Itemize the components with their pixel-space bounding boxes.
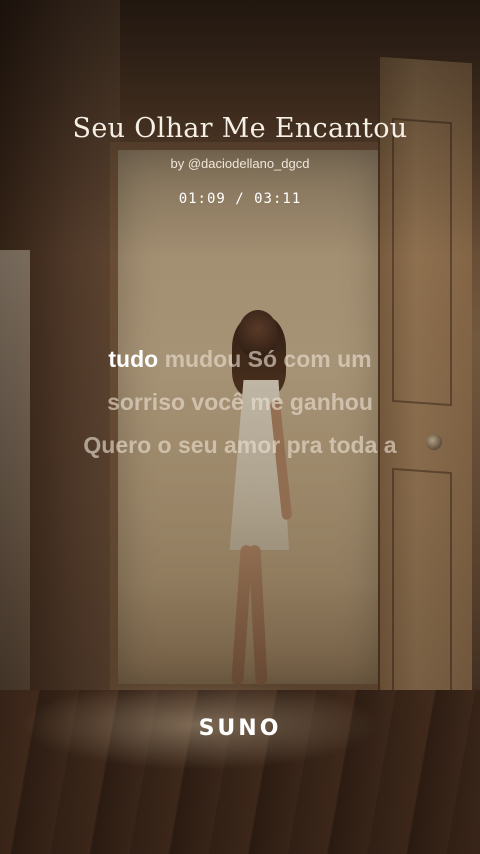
song-title: Seu Olhar Me Encantou — [72, 113, 408, 144]
song-artist: by @daciodellano_dgcd — [170, 156, 310, 171]
lyric-line-rest: mudou Só com um — [158, 346, 372, 372]
playback-time: 01:09 / 03:11 — [178, 191, 302, 207]
video-frame: Seu Olhar Me Encantou by @daciodellano_d… — [0, 0, 480, 854]
lyric-line-upcoming: Quero o seu amor pra toda a — [83, 432, 397, 458]
lyrics-panel: tudo mudou Só com um sorriso você me gan… — [0, 338, 480, 467]
lyric-active-word: tudo — [108, 346, 159, 372]
lyric-line-next: sorriso você me ganhou — [107, 389, 373, 415]
lyric-line-current: tudo mudou Só com um — [0, 338, 480, 381]
suno-logo: SUNO — [198, 716, 282, 741]
